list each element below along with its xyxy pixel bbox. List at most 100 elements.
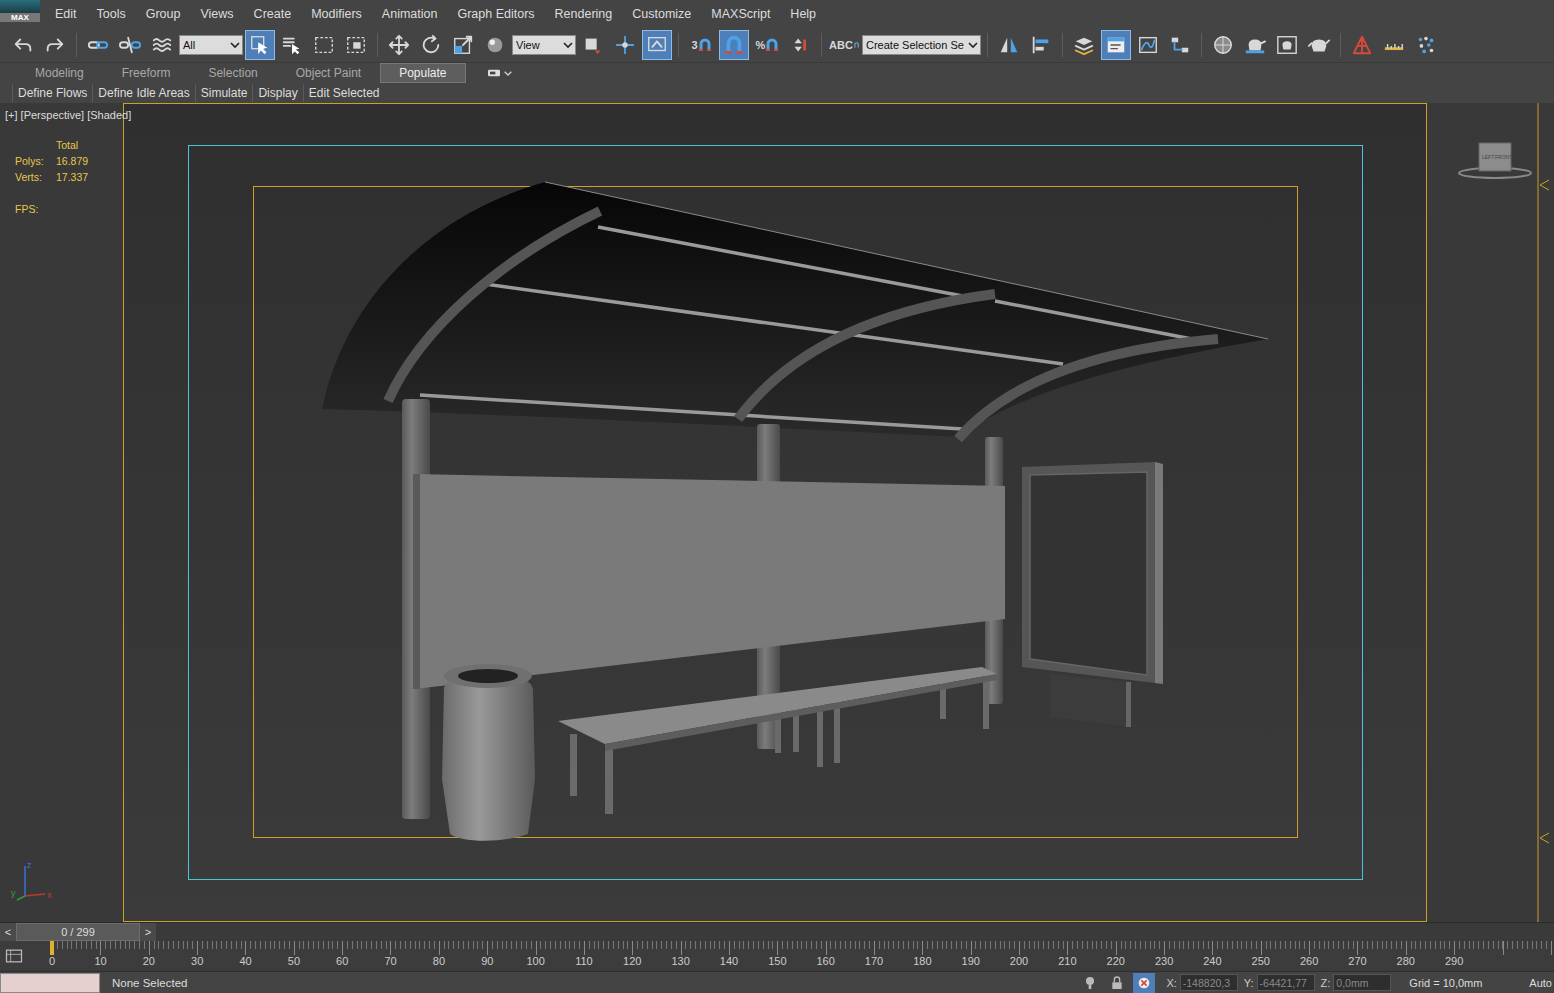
frame-ruler[interactable]: 0102030405060708090100110120130140150160…	[28, 941, 1554, 971]
ribbon-tab[interactable]: Object Paint	[277, 63, 380, 83]
frame-tick-label: 120	[608, 955, 656, 967]
toolbar-button[interactable]	[1304, 30, 1334, 60]
menu-item[interactable]: Group	[136, 7, 191, 21]
menu-item[interactable]: Help	[780, 7, 826, 21]
viewcube[interactable]: LEFTFRONT	[1457, 139, 1533, 183]
toolbar-button[interactable]	[448, 30, 478, 60]
maxscript-listener[interactable]	[0, 973, 100, 993]
coordinate-field[interactable]: 0,0mm	[1333, 974, 1391, 991]
toolbar-separator	[1201, 33, 1202, 57]
toolbar-button[interactable]	[994, 30, 1024, 60]
chevron-down-icon	[563, 40, 573, 50]
ribbon-button[interactable]: Display	[252, 84, 302, 102]
snap-toggle-button[interactable]: ABC	[828, 30, 860, 60]
spinner-snap-icon	[789, 34, 811, 56]
menu-item[interactable]: Customize	[622, 7, 701, 21]
align-icon	[1030, 34, 1052, 56]
toolbar-button[interactable]	[719, 30, 749, 60]
toolbar-button[interactable]	[480, 30, 510, 60]
ribbon-options[interactable]	[486, 63, 512, 83]
toolbar-button[interactable]	[1379, 30, 1409, 60]
ribbon-button[interactable]: Edit Selected	[303, 84, 385, 102]
toolbar-button[interactable]	[147, 30, 177, 60]
toolbar-button[interactable]	[1101, 30, 1131, 60]
toolbar-button[interactable]	[8, 30, 38, 60]
toolbar-button[interactable]	[1347, 30, 1377, 60]
absolute-mode-button[interactable]	[1133, 973, 1155, 993]
toolbar-button[interactable]	[1240, 30, 1270, 60]
app-logo[interactable]: MAX	[0, 0, 40, 22]
isolate-button[interactable]	[1079, 973, 1101, 993]
toolbar-button[interactable]	[785, 30, 815, 60]
time-slider-thumb[interactable]: <0 / 299>	[0, 923, 156, 941]
menu-item[interactable]: Tools	[87, 7, 136, 21]
toolbar-button[interactable]	[1411, 30, 1441, 60]
curve-editor-toggle[interactable]	[0, 941, 28, 971]
window-crossing-icon	[345, 34, 367, 56]
ribbon-tab[interactable]: Populate	[380, 63, 465, 83]
selection-lock-button[interactable]	[1106, 973, 1128, 993]
snap-toggle-button[interactable]: %	[751, 30, 783, 60]
stats-header: Total	[15, 139, 123, 155]
layers-icon	[1073, 34, 1095, 56]
frame-tick-label: 90	[463, 955, 511, 967]
auto-key-button[interactable]: Auto	[1529, 977, 1554, 989]
toolbar-button[interactable]	[245, 30, 275, 60]
frame-tick-label: 100	[511, 955, 559, 967]
track-bar[interactable]: 0102030405060708090100110120130140150160…	[0, 941, 1554, 971]
ribbon-button[interactable]: Define Flows	[12, 84, 92, 102]
time-slider[interactable]: <0 / 299>	[0, 922, 1554, 941]
civil-view-icon	[1351, 34, 1373, 56]
frame-tick-label: 170	[850, 955, 898, 967]
magnet-icon	[766, 38, 778, 52]
next-frame-button[interactable]: >	[140, 923, 156, 941]
menu-item[interactable]: Edit	[45, 7, 87, 21]
magnet-icon	[854, 38, 859, 52]
toolbar-dropdown[interactable]: View	[512, 35, 576, 55]
toolbar-button[interactable]	[416, 30, 446, 60]
toolbar-button[interactable]	[384, 30, 414, 60]
toolbar-button[interactable]	[1133, 30, 1163, 60]
menu-item[interactable]: Animation	[372, 7, 448, 21]
toolbar-button[interactable]	[1165, 30, 1195, 60]
menu-item[interactable]: Rendering	[545, 7, 623, 21]
toolbar-button[interactable]	[40, 30, 70, 60]
coordinate-field[interactable]: -64421,77	[1257, 974, 1315, 991]
placement-icon	[484, 34, 506, 56]
viewport[interactable]: TotalPolys:16.879Verts:17.337FPS:zyxLEFT…	[0, 103, 1554, 922]
menu-item[interactable]: Views	[190, 7, 243, 21]
ribbon-tab[interactable]: Modeling	[16, 63, 103, 83]
ribbon-tab[interactable]: Selection	[189, 63, 276, 83]
toolbar-button[interactable]	[1272, 30, 1302, 60]
menu-item[interactable]: Modifiers	[301, 7, 372, 21]
toolbar-button[interactable]	[642, 30, 672, 60]
coordinate-field[interactable]: -148820,3	[1180, 974, 1238, 991]
menu-item[interactable]: Graph Editors	[447, 7, 544, 21]
toolbar-button[interactable]	[1069, 30, 1099, 60]
snap-toggle-button[interactable]: 3	[685, 30, 717, 60]
ribbon-button[interactable]: Define Idle Areas	[92, 84, 194, 102]
toolbar-dropdown[interactable]: All	[179, 35, 243, 55]
toolbar-button[interactable]	[341, 30, 371, 60]
viewport-scene[interactable]	[124, 104, 1426, 921]
menu-item[interactable]: MAXScript	[701, 7, 780, 21]
toolbar-button[interactable]	[83, 30, 113, 60]
frame-tick-label: 80	[415, 955, 463, 967]
toolbar-button[interactable]	[578, 30, 608, 60]
ribbon-tab[interactable]: Freeform	[103, 63, 190, 83]
toolbar-button[interactable]	[1026, 30, 1056, 60]
viewport-label[interactable]: [+] [Perspective] [Shaded]	[5, 109, 131, 121]
prev-frame-button[interactable]: <	[0, 923, 16, 941]
ribbon-button[interactable]: Simulate	[195, 84, 253, 102]
svg-text:LEFT: LEFT	[1482, 154, 1494, 160]
toolbar-button[interactable]	[309, 30, 339, 60]
toolbar-button[interactable]	[1208, 30, 1238, 60]
toolbar-button[interactable]	[115, 30, 145, 60]
bus-shelter[interactable]	[322, 182, 1268, 841]
toolbar-dropdown[interactable]: Create Selection Se	[862, 35, 981, 55]
viewport-canvas[interactable]	[123, 103, 1427, 922]
toolbar-button[interactable]	[610, 30, 640, 60]
toolbar-button[interactable]	[277, 30, 307, 60]
menu-item[interactable]: Create	[244, 7, 302, 21]
scale-icon	[452, 34, 474, 56]
